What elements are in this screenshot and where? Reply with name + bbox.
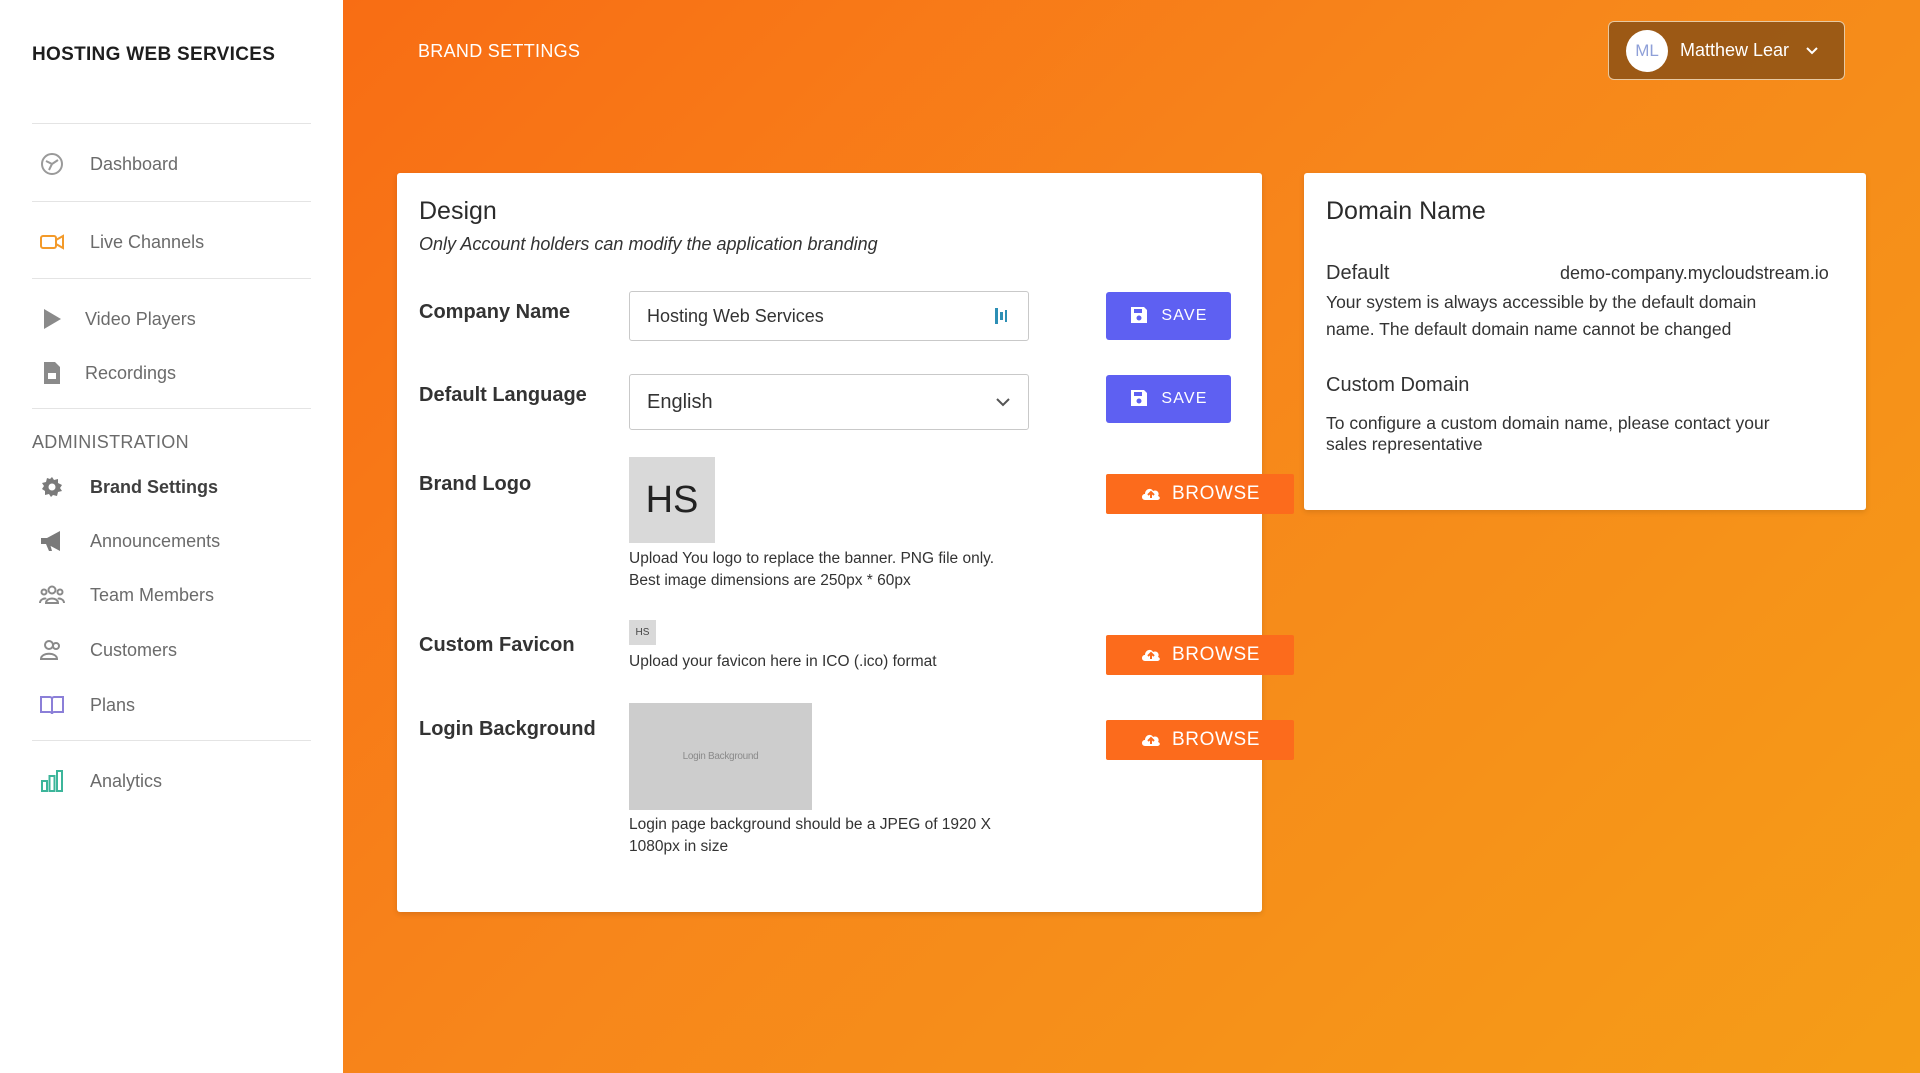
bar-chart-icon [32, 761, 72, 801]
default-domain-value: demo-company.mycloudstream.io [1560, 263, 1829, 283]
favicon-help: Upload your favicon here in ICO (.ico) f… [629, 653, 937, 670]
custom-domain-help-line: sales representative [1326, 434, 1483, 454]
megaphone-icon [32, 521, 72, 561]
sidebar-item-recordings[interactable]: Recordings [32, 353, 311, 393]
sidebar-divider [32, 201, 311, 202]
design-card: Design Only Account holders can modify t… [397, 173, 1294, 912]
default-domain-label: Default [1326, 262, 1390, 284]
chevron-down-icon [994, 393, 1012, 416]
floppy-disk-icon [1129, 305, 1149, 328]
sidebar-item-brand-settings[interactable]: Brand Settings [32, 467, 311, 507]
brand-logo-help: Upload You logo to replace the banner. P… [629, 548, 1049, 592]
design-title: Design [419, 197, 497, 225]
brand-logo-help-line: Upload You logo to replace the banner. P… [629, 550, 995, 567]
dashboard-icon [32, 144, 72, 184]
save-company-name-button[interactable]: SAVE [1106, 292, 1231, 340]
sidebar-item-team-members[interactable]: Team Members [32, 575, 311, 615]
default-domain-help: Your system is always accessible by the … [1326, 289, 1826, 343]
login-background-help-line: 1080px in size [629, 838, 729, 855]
login-background-label: Login Background [419, 718, 596, 740]
sidebar-item-label: Announcements [90, 530, 221, 551]
browse-login-background-button[interactable]: BROWSE [1106, 720, 1294, 760]
sidebar-divider [32, 740, 311, 741]
chevron-down-icon [1805, 46, 1819, 56]
brand-logo-preview: HS [629, 457, 715, 543]
browse-favicon-button[interactable]: BROWSE [1106, 635, 1294, 675]
custom-domain-help-line: To configure a custom domain name, pleas… [1326, 413, 1770, 433]
section-title-administration: ADMINISTRATION [32, 432, 189, 452]
brand-logo-label: Brand Logo [419, 473, 532, 495]
browse-button-label: BROWSE [1171, 483, 1261, 504]
sidebar-item-video-players[interactable]: Video Players [32, 299, 311, 339]
brand-logo-help-line: Best image dimensions are 250px * 60px [629, 572, 911, 589]
user-name: Matthew Lear [1680, 40, 1790, 60]
file-icon [32, 353, 72, 393]
sidebar-item-analytics[interactable]: Analytics [32, 761, 311, 801]
sidebar-item-plans[interactable]: Plans [32, 685, 311, 725]
browse-button-label: BROWSE [1171, 729, 1261, 750]
default-domain-help-line: name. The default domain name cannot be … [1326, 319, 1732, 339]
play-icon [32, 299, 72, 339]
custom-domain-help: To configure a custom domain name, pleas… [1326, 413, 1826, 455]
cloud-upload-icon [1140, 646, 1162, 665]
sidebar-item-live-channels[interactable]: Live Channels [32, 222, 311, 262]
browse-button-label: BROWSE [1171, 644, 1261, 665]
brand-name: HOSTING WEB SERVICES [32, 44, 276, 65]
sidebar-item-announcements[interactable]: Announcements [32, 521, 311, 561]
custom-domain-label: Custom Domain [1326, 374, 1470, 396]
save-language-button[interactable]: SAVE [1106, 375, 1231, 423]
book-icon [32, 685, 72, 725]
login-background-help-line: Login page background should be a JPEG o… [629, 816, 991, 833]
gear-icon [32, 467, 72, 507]
video-camera-icon [32, 222, 72, 262]
sidebar-item-label: Recordings [85, 362, 177, 383]
default-language-label: Default Language [419, 384, 587, 406]
selected-language: English [647, 390, 713, 413]
avatar: ML [1626, 29, 1668, 72]
default-language-select[interactable]: English [629, 374, 1029, 430]
login-background-help: Login page background should be a JPEG o… [629, 814, 1049, 858]
sidebar-item-label: Video Players [85, 308, 196, 329]
company-name-input[interactable] [629, 291, 1029, 341]
login-background-preview: Login Background [629, 703, 812, 810]
sidebar-divider [32, 123, 311, 124]
favicon-preview: HS [629, 620, 656, 645]
browse-brand-logo-button[interactable]: BROWSE [1106, 474, 1294, 514]
sidebar-item-customers[interactable]: Customers [32, 630, 311, 670]
sidebar-item-label: Customers [90, 639, 178, 660]
cloud-upload-icon [1140, 485, 1162, 504]
sidebar-item-label: Live Channels [90, 231, 205, 252]
page-title: BRAND SETTINGS [418, 41, 581, 61]
floppy-disk-icon [1129, 388, 1149, 411]
company-name-label: Company Name [419, 301, 571, 323]
main-area: BRAND SETTINGS ML Matthew Lear Design On… [343, 0, 1920, 1073]
sidebar-item-label: Dashboard [90, 153, 179, 174]
sidebar: HOSTING WEB SERVICES Dashboard Live Chan… [0, 0, 343, 1073]
save-button-label: SAVE [1161, 390, 1208, 407]
sidebar-item-dashboard[interactable]: Dashboard [32, 144, 311, 184]
sidebar-item-label: Brand Settings [90, 476, 219, 497]
team-icon [32, 575, 72, 615]
user-menu-button[interactable]: ML Matthew Lear [1608, 21, 1845, 80]
sidebar-item-label: Plans [90, 694, 136, 715]
autofill-icon[interactable] [993, 305, 1009, 332]
sidebar-divider [32, 278, 311, 279]
save-button-label: SAVE [1161, 307, 1208, 324]
users-icon [32, 630, 72, 670]
domain-title: Domain Name [1326, 197, 1486, 225]
sidebar-item-label: Analytics [90, 770, 163, 791]
default-domain-help-line: Your system is always accessible by the … [1326, 292, 1757, 312]
cloud-upload-icon [1140, 731, 1162, 750]
custom-favicon-label: Custom Favicon [419, 634, 575, 656]
design-subtitle: Only Account holders can modify the appl… [419, 234, 878, 254]
sidebar-item-label: Team Members [90, 584, 215, 605]
domain-card: Domain Name Default demo-company.mycloud… [1304, 173, 1866, 510]
sidebar-divider [32, 408, 311, 409]
